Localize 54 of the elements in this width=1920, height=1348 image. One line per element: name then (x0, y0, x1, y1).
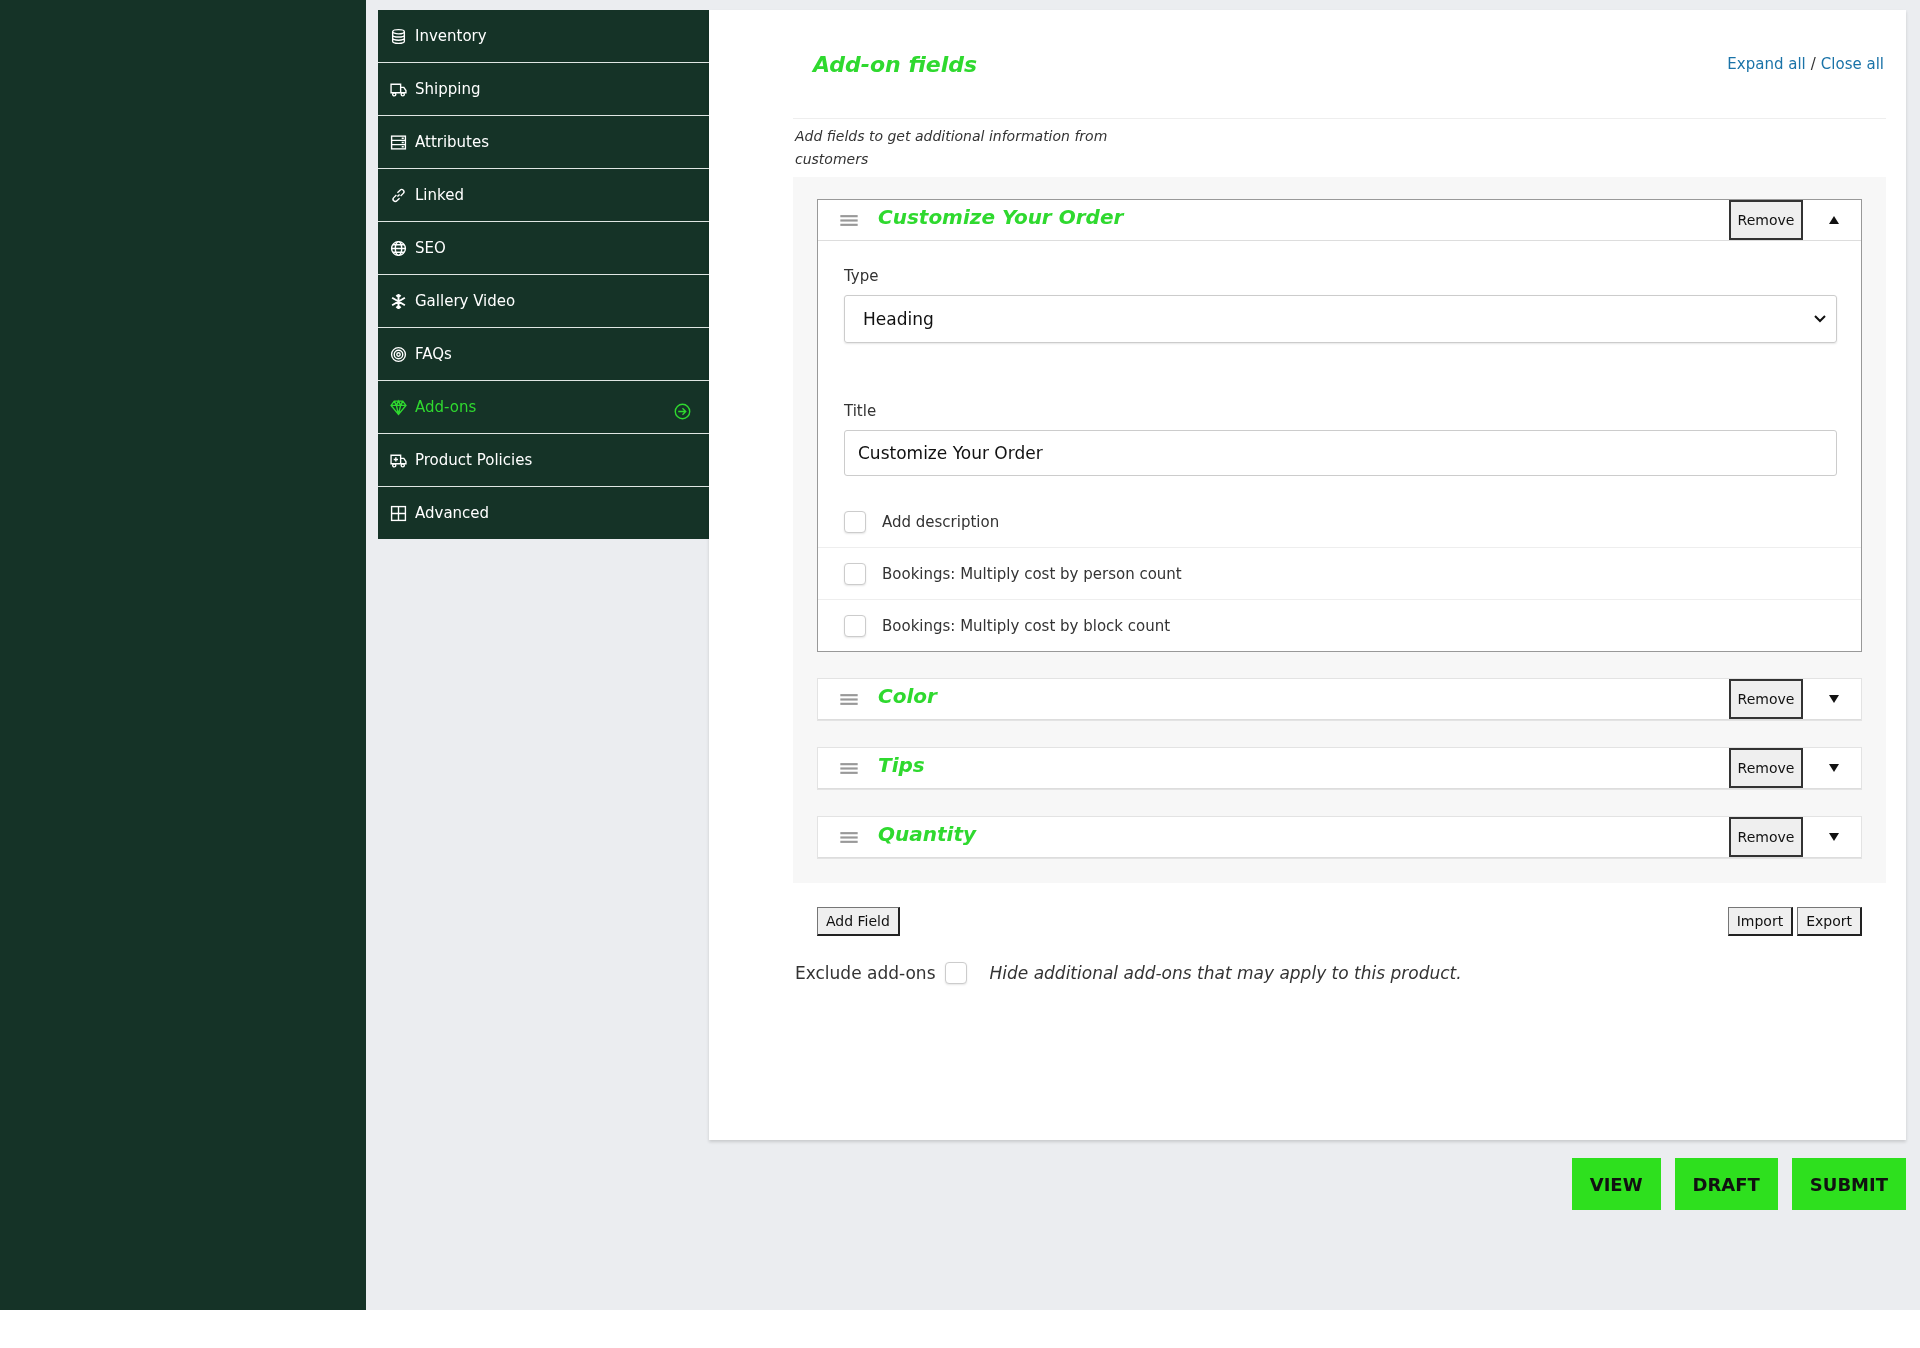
toggle-caret-icon[interactable] (1829, 216, 1839, 224)
grid-icon (390, 504, 407, 522)
title-input[interactable]: Customize Your Order (844, 430, 1837, 476)
toggle-caret-icon[interactable] (1829, 764, 1839, 772)
separator: / (1810, 55, 1816, 73)
checkbox[interactable] (844, 562, 866, 585)
arrow-circle-icon (674, 402, 691, 420)
type-select[interactable]: Heading (844, 295, 1837, 343)
chevron-down-icon (1814, 315, 1826, 323)
snowflake-icon (390, 292, 407, 310)
field-title: Tips (878, 753, 926, 777)
export-button[interactable]: Export (1797, 907, 1862, 936)
list-icon (390, 133, 407, 151)
checkbox[interactable] (844, 510, 866, 533)
drag-handle-icon[interactable] (840, 830, 858, 844)
title-label: Title (844, 402, 878, 420)
truck-icon (390, 451, 407, 469)
drag-handle-icon[interactable] (840, 213, 858, 227)
target-icon (390, 345, 407, 363)
checkbox[interactable] (844, 614, 866, 637)
remove-button[interactable]: Remove (1729, 748, 1803, 788)
draft-button[interactable]: DRAFT (1674, 1158, 1778, 1210)
expand-all-link[interactable]: Expand all (1727, 55, 1806, 73)
remove-button[interactable]: Remove (1729, 817, 1803, 857)
import-button[interactable]: Import (1727, 907, 1794, 936)
link-icon (390, 186, 407, 204)
option-label: Add description (882, 512, 1000, 531)
truck-icon (390, 80, 407, 98)
option-label: Bookings: Multiply cost by block count (882, 616, 1171, 635)
close-all-link[interactable]: Close all (1820, 55, 1884, 73)
toggle-caret-icon[interactable] (1829, 695, 1839, 703)
sidebar-item[interactable]: Add-ons (378, 381, 709, 434)
view-button[interactable]: VIEW (1571, 1158, 1661, 1210)
drag-handle-icon[interactable] (840, 761, 858, 775)
remove-button[interactable]: Remove (1729, 200, 1803, 240)
section-description: Add fields to get additional information from customers (795, 127, 1109, 169)
option-label: Bookings: Multiply cost by person count (882, 564, 1182, 583)
sidebar-item[interactable]: Advanced (378, 487, 709, 539)
remove-button[interactable]: Remove (1729, 679, 1803, 719)
add-field-button[interactable]: Add Field (817, 907, 900, 936)
database-icon (390, 27, 407, 45)
field-title: Quantity (878, 822, 978, 846)
exclude-hint: Hide additional add-ons that may apply to this product. (989, 963, 1462, 983)
diamond-icon (390, 398, 407, 416)
submit-button[interactable]: SUBMIT (1791, 1158, 1906, 1210)
type-label: Type (844, 267, 880, 285)
section-title: Add-on fields (813, 51, 979, 77)
globe-icon (390, 239, 407, 257)
toggle-caret-icon[interactable] (1829, 833, 1839, 841)
field-title: Color (878, 684, 939, 708)
field-title: Customize Your Order (878, 205, 1126, 229)
checkbox[interactable] (945, 962, 968, 984)
exclude-label: Exclude add-ons (795, 963, 936, 983)
drag-handle-icon[interactable] (840, 692, 858, 706)
